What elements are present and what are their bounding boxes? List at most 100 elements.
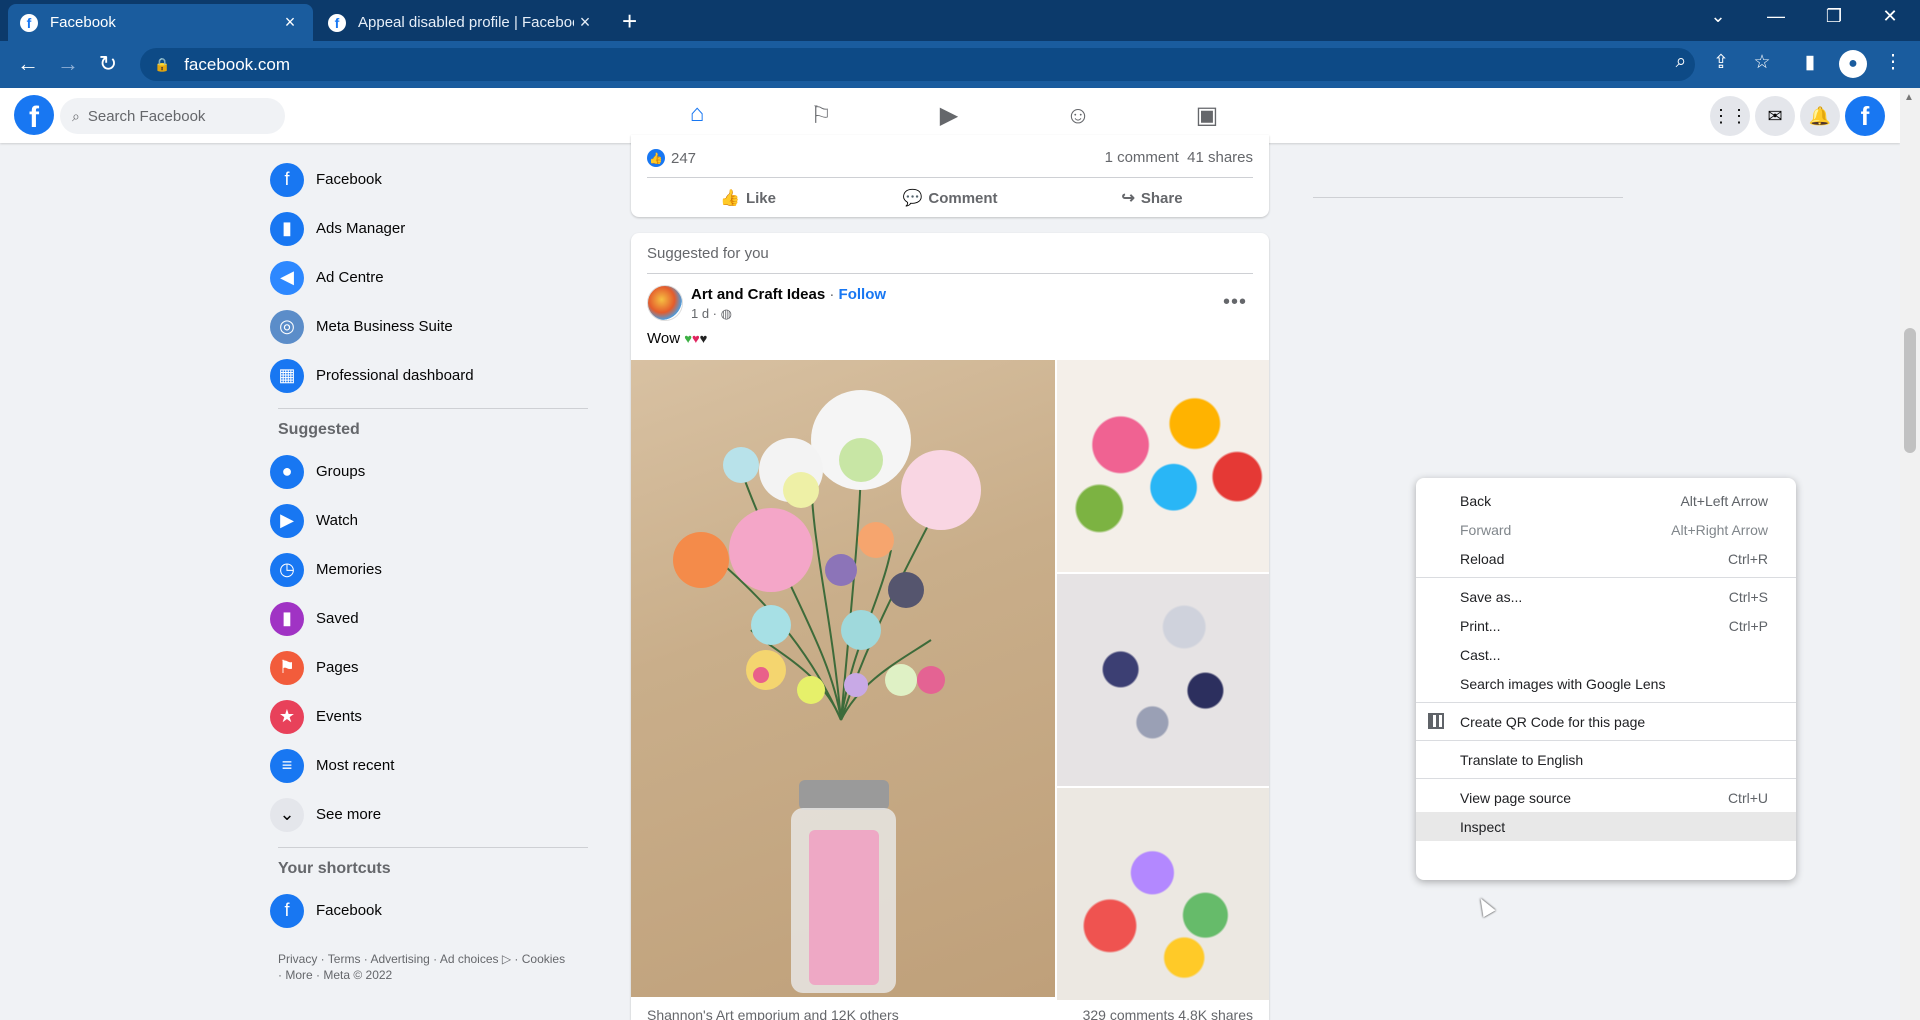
side-panel-icon[interactable]: ▮ (1797, 51, 1823, 74)
sidebar-item-events[interactable]: ★ Events (270, 692, 590, 741)
menu-item-save-as[interactable]: Save as... Ctrl+S (1416, 582, 1796, 611)
new-tab-icon[interactable]: + (622, 6, 637, 37)
tab-appeal[interactable]: f Appeal disabled profile | Faceboo × (316, 4, 608, 41)
tab-search-icon[interactable]: ⌄ (1698, 6, 1738, 27)
business-suite-icon: ◎ (270, 309, 304, 344)
notifications-bell-icon[interactable]: 🔔 (1800, 96, 1840, 136)
menu-item-label: Search images with Google Lens (1460, 675, 1666, 692)
menu-item-forward[interactable]: Forward Alt+Right Arrow (1416, 515, 1796, 544)
menu-item-reload[interactable]: Reload Ctrl+R (1416, 544, 1796, 573)
like-reaction-icon: 👍 (647, 149, 665, 167)
divider (647, 177, 1253, 178)
lock-icon[interactable]: 🔒 (154, 57, 170, 73)
menu-grid-icon[interactable]: ⋮⋮ (1710, 96, 1750, 136)
address-bar[interactable]: 🔒 facebook.com (140, 48, 1695, 81)
sidebar-item-ads-manager[interactable]: ▮ Ads Manager (270, 204, 590, 253)
comment-count[interactable]: 1 comment (1105, 149, 1179, 166)
facebook-favicon-icon: f (328, 13, 346, 32)
post-stats[interactable]: 1 comment 41 shares (1105, 149, 1253, 166)
profile-icon[interactable]: f (1845, 96, 1885, 136)
messenger-icon[interactable]: ✉ (1755, 96, 1795, 136)
sidebar-item-pages[interactable]: ⚑ Pages (270, 643, 590, 692)
browser-profile-icon[interactable]: ● (1839, 50, 1867, 78)
menu-item-print[interactable]: Print... Ctrl+P (1416, 611, 1796, 640)
divider (647, 273, 1253, 274)
post-photo-felt-flowers[interactable] (1057, 360, 1269, 572)
comment-label: Comment (928, 189, 998, 207)
sidebar-item-label: Memories (316, 561, 382, 578)
sidebar-item-see-more[interactable]: ⌄ See more (270, 790, 590, 839)
post-photo-fabric-flowers[interactable] (1057, 788, 1269, 1000)
back-icon[interactable]: ← (14, 51, 42, 77)
comment-share-count[interactable]: 329 comments 4.8K shares (1083, 1007, 1253, 1020)
page-scrollbar[interactable]: ▲ (1900, 88, 1920, 1020)
menu-item-inspect[interactable]: Inspect (1416, 812, 1796, 841)
search-icon: ⌕ (72, 107, 80, 124)
sidebar-item-saved[interactable]: ▮ Saved (270, 594, 590, 643)
like-button[interactable]: 👍 Like (647, 182, 849, 214)
post-photo-main[interactable] (631, 360, 1055, 997)
divider (1313, 197, 1623, 198)
page-name-link[interactable]: Art and Craft Ideas (691, 286, 825, 303)
sidebar-item-label: Most recent (316, 757, 395, 774)
address-text: facebook.com (184, 54, 291, 74)
post-photo-button-bouquet[interactable] (1057, 574, 1269, 786)
sidebar-item-ad-centre[interactable]: ◀ Ad Centre (270, 253, 590, 302)
page-avatar[interactable] (647, 285, 683, 321)
reload-icon[interactable]: ↻ (94, 51, 122, 77)
heart-emoji-icon: ♥ (684, 331, 692, 346)
share-count[interactable]: 41 shares (1187, 149, 1253, 166)
ad-centre-icon: ◀ (270, 260, 304, 295)
forward-icon[interactable]: → (54, 51, 82, 77)
sidebar-item-facebook[interactable]: f Facebook (270, 155, 590, 204)
search-input[interactable]: ⌕ Search Facebook (60, 98, 285, 134)
tab-facebook[interactable]: f Facebook × (8, 4, 313, 41)
menu-item-back[interactable]: Back Alt+Left Arrow (1416, 486, 1796, 515)
facebook-logo-icon[interactable]: f (14, 95, 54, 135)
sidebar-item-meta-business-suite[interactable]: ◎ Meta Business Suite (270, 302, 590, 351)
comment-button[interactable]: 💬 Comment (849, 182, 1051, 214)
sidebar-item-groups[interactable]: ● Groups (270, 447, 590, 496)
menu-item-create-qr-code-for-this-page[interactable]: Create QR Code for this page (1416, 707, 1796, 736)
menu-item-shortcut: Ctrl+U (1727, 789, 1768, 806)
scroll-up-icon[interactable]: ▲ (1904, 92, 1914, 103)
zoom-icon[interactable]: ⌕ (1668, 51, 1694, 73)
sidebar-item-most-recent[interactable]: ≡ Most recent (270, 741, 590, 790)
post-time[interactable]: 1 d · ◍ (691, 306, 732, 322)
menu-item-cast[interactable]: Cast... (1416, 640, 1796, 669)
tab-title: Appeal disabled profile | Faceboo (358, 14, 574, 31)
share-button[interactable]: ↪ Share (1051, 182, 1253, 214)
like-count: 247 (671, 149, 697, 167)
sidebar-item-memories[interactable]: ◷ Memories (270, 545, 590, 594)
search-placeholder: Search Facebook (87, 107, 206, 125)
restore-icon[interactable]: ❐ (1814, 6, 1854, 27)
sidebar-item-label: Facebook (316, 171, 382, 188)
menu-item-search-images-with-google-lens[interactable]: Search images with Google Lens (1416, 669, 1796, 698)
shortcut-item-facebook[interactable]: f Facebook (270, 886, 590, 935)
browser-menu-icon[interactable]: ⋮ (1880, 51, 1906, 74)
reaction-summary[interactable]: 👍 247 (647, 149, 696, 167)
menu-item-view-page-source[interactable]: View page source Ctrl+U (1416, 783, 1796, 812)
sidebar-item-professional-dashboard[interactable]: ▦ Professional dashboard (270, 351, 590, 400)
close-tab-icon[interactable]: × (574, 12, 596, 33)
follow-button[interactable]: Follow (839, 286, 887, 303)
share-icon[interactable]: ⇪ (1708, 51, 1734, 74)
sidebar-item-watch[interactable]: ▶ Watch (270, 496, 590, 545)
time-text: 1 d · (691, 306, 721, 321)
share-label: Share (1140, 189, 1183, 207)
menu-item-label: Translate to English (1460, 751, 1584, 768)
footer-links[interactable]: Privacy · Terms · Advertising · Ad choic… (270, 951, 570, 983)
close-window-icon[interactable]: ✕ (1870, 6, 1910, 27)
menu-item-translate-to-english[interactable]: Translate to English (1416, 745, 1796, 774)
memories-icon: ◷ (270, 552, 304, 587)
bookmark-star-icon[interactable]: ☆ (1749, 51, 1775, 74)
scrollbar-thumb[interactable] (1904, 328, 1916, 453)
minimize-icon[interactable]: — (1756, 6, 1796, 27)
saved-icon: ▮ (270, 601, 304, 636)
reaction-names[interactable]: Shannon's Art emporium and 12K others (647, 1007, 899, 1020)
close-tab-icon[interactable]: × (279, 12, 301, 33)
menu-separator (1416, 740, 1796, 741)
more-options-icon[interactable]: ••• (1223, 291, 1247, 314)
menu-item-label: Back (1460, 492, 1492, 509)
thumbs-up-icon: 👍 (720, 190, 740, 207)
